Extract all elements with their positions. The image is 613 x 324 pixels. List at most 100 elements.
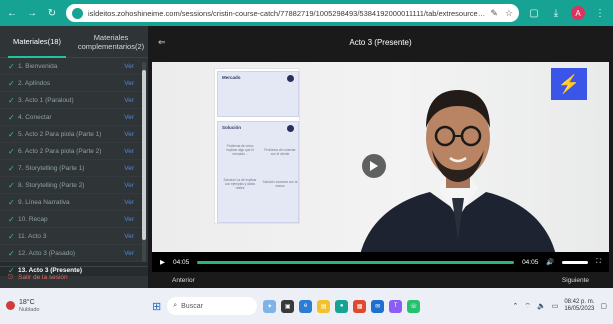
- check-icon: ✓: [8, 61, 15, 71]
- volume-slider[interactable]: [562, 260, 589, 264]
- lesson-footer: Anterior Siguiente: [152, 272, 609, 288]
- taskbar-clock[interactable]: 08:42 p. m. 16/05/2023: [564, 299, 594, 313]
- speaker-icon[interactable]: 🔈: [537, 302, 546, 310]
- play-pause-icon[interactable]: ▶: [160, 258, 165, 266]
- notifications-icon[interactable]: ▢: [600, 302, 607, 310]
- back-arrow-icon[interactable]: ←: [6, 8, 18, 19]
- site-info-icon[interactable]: [72, 7, 83, 19]
- chrome-icon[interactable]: ●: [335, 299, 349, 313]
- play-icon: [370, 161, 378, 171]
- next-button[interactable]: Siguiente: [562, 277, 589, 284]
- view-link[interactable]: Ver: [124, 97, 134, 104]
- teams-icon[interactable]: T: [389, 299, 403, 313]
- check-icon: ✓: [8, 78, 15, 88]
- url-text[interactable]: isldeitos.zohoshineime.com/sessions/cris…: [88, 9, 485, 18]
- time-total: 04:05: [522, 258, 539, 266]
- reload-icon[interactable]: ↻: [46, 8, 58, 19]
- view-link[interactable]: Ver: [124, 182, 134, 189]
- lesson-item[interactable]: ✓ 5. Acto 2 Para piola (Parte 1) Ver: [0, 126, 148, 143]
- lesson-item[interactable]: ✓ 7. Storytelling (Parte 1) Ver: [0, 160, 148, 177]
- check-icon: ✓: [8, 248, 15, 258]
- edge-icon[interactable]: e: [299, 299, 313, 313]
- lesson-title: Acto 3 (Presente): [349, 37, 412, 47]
- lesson-content: ⇐ Acto 3 (Presente) Mercado Solución Pro…: [148, 26, 613, 288]
- course-sidebar: Materiales(18) Materiales complementario…: [0, 26, 148, 288]
- search-icon: ⌕: [173, 302, 178, 309]
- lesson-list: ✓ 1. Bienvenida Ver ✓ 2. Aplíndos Ver ✓ 3. Ac…: [0, 58, 148, 276]
- previous-button[interactable]: Anterior: [172, 277, 195, 284]
- scrollbar-thumb[interactable]: [142, 70, 146, 240]
- presentation-slide: Mercado Solución Problema de cómo explic…: [214, 68, 300, 224]
- presenter-image: [360, 90, 556, 255]
- play-button[interactable]: [362, 154, 386, 178]
- tab-materiales-complementarios[interactable]: Materiales complementarios(2): [74, 26, 148, 57]
- view-link[interactable]: Ver: [124, 216, 134, 223]
- check-icon: ✓: [8, 163, 15, 173]
- check-icon: ✓: [8, 129, 15, 139]
- taskbar-search[interactable]: ⌕ Buscar: [167, 297, 258, 315]
- exit-session-button[interactable]: ⎋ Salir de la sesión: [0, 266, 148, 288]
- whatsapp-icon[interactable]: ☏: [407, 299, 421, 313]
- back-arrow-icon[interactable]: ⇐: [158, 37, 178, 48]
- view-link[interactable]: Ver: [124, 250, 134, 257]
- address-bar[interactable]: isldeitos.zohoshineime.com/sessions/cris…: [66, 4, 519, 22]
- sidebar-panel-icon[interactable]: ▢: [527, 6, 541, 20]
- lesson-item[interactable]: ✓ 11. Acto 3 Ver: [0, 228, 148, 245]
- tab-materiales[interactable]: Materiales(18): [0, 26, 74, 58]
- taskbar-apps: ✦ ▣ e ▤ ● ▦ ✉ T ☏: [263, 299, 421, 313]
- chevron-up-icon[interactable]: ⌃: [513, 302, 519, 310]
- slide-badge-icon: [287, 125, 294, 132]
- lesson-item[interactable]: ✓ 12. Acto 3 (Pasado) Ver: [0, 245, 148, 262]
- file-explorer-icon[interactable]: ▤: [317, 299, 331, 313]
- forward-arrow-icon[interactable]: →: [26, 8, 38, 19]
- wifi-icon[interactable]: ⌔: [524, 302, 531, 311]
- star-icon[interactable]: ☆: [505, 8, 513, 19]
- task-view-icon[interactable]: ▣: [281, 299, 295, 313]
- screen: ← → ↻ isldeitos.zohoshineime.com/session…: [0, 0, 613, 324]
- lesson-scrollbar[interactable]: [142, 62, 146, 262]
- view-link[interactable]: Ver: [124, 165, 134, 172]
- view-link[interactable]: Ver: [124, 131, 134, 138]
- system-tray: ⌃ ⌔ 🔈 ▭ 08:42 p. m. 16/05/2023 ▢: [513, 299, 607, 313]
- slide-box-solucion: Solución Problema de cómo explicar algo …: [217, 121, 299, 223]
- volume-icon[interactable]: 🔊: [546, 258, 554, 266]
- profile-avatar[interactable]: A: [571, 6, 585, 20]
- extensions-icon[interactable]: ✎: [490, 8, 498, 19]
- view-link[interactable]: Ver: [124, 63, 134, 70]
- lesson-item[interactable]: ✓ 3. Acto 1 (Paralout) Ver: [0, 92, 148, 109]
- time-current: 04:05: [173, 258, 190, 266]
- browser-toolbar: ← → ↻ isldeitos.zohoshineime.com/session…: [0, 0, 613, 26]
- windows-taskbar: 18°C Nublado ⊞ ⌕ Buscar ✦ ▣ e ▤ ● ▦ ✉ T …: [0, 288, 613, 324]
- lesson-header: ⇐ Acto 3 (Presente): [148, 26, 613, 58]
- view-link[interactable]: Ver: [124, 148, 134, 155]
- progress-bar[interactable]: [197, 260, 515, 264]
- lesson-item[interactable]: ✓ 4. Conectar Ver: [0, 109, 148, 126]
- video-player[interactable]: Mercado Solución Problema de cómo explic…: [152, 62, 609, 272]
- check-icon: ✓: [8, 231, 15, 241]
- view-link[interactable]: Ver: [124, 114, 134, 121]
- brand-logo-icon: ⚡: [551, 68, 587, 100]
- lesson-item[interactable]: ✓ 9. Línea Narrativa Ver: [0, 194, 148, 211]
- weather-widget[interactable]: 18°C Nublado: [6, 299, 146, 313]
- view-link[interactable]: Ver: [124, 199, 134, 206]
- lesson-item[interactable]: ✓ 10. Recap Ver: [0, 211, 148, 228]
- lesson-item[interactable]: ✓ 2. Aplíndos Ver: [0, 75, 148, 92]
- widgets-app-icon[interactable]: ✦: [263, 299, 277, 313]
- view-link[interactable]: Ver: [124, 233, 134, 240]
- lesson-item[interactable]: ✓ 6. Acto 2 Para piola (Parte 2) Ver: [0, 143, 148, 160]
- video-frame[interactable]: Mercado Solución Problema de cómo explic…: [152, 62, 609, 255]
- check-icon: ✓: [8, 146, 15, 156]
- check-icon: ✓: [8, 214, 15, 224]
- download-icon[interactable]: ⤓: [549, 6, 563, 20]
- check-icon: ✓: [8, 180, 15, 190]
- battery-icon[interactable]: ▭: [552, 302, 559, 310]
- fullscreen-icon[interactable]: ⛶: [596, 258, 601, 266]
- view-link[interactable]: Ver: [124, 80, 134, 87]
- check-icon: ✓: [8, 112, 15, 122]
- lesson-item[interactable]: ✓ 8. Storytelling (Parte 2) Ver: [0, 177, 148, 194]
- lesson-item[interactable]: ✓ 1. Bienvenida Ver: [0, 58, 148, 75]
- menu-icon[interactable]: ⋮: [593, 6, 607, 20]
- windows-start-icon[interactable]: ⊞: [152, 300, 161, 313]
- mail-icon[interactable]: ✉: [371, 299, 385, 313]
- store-icon[interactable]: ▦: [353, 299, 367, 313]
